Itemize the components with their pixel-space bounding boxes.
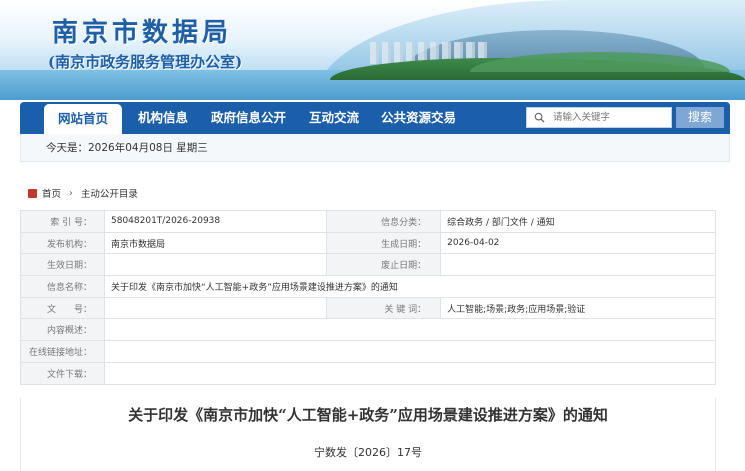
breadcrumb: 首页 › 主动公开目录 bbox=[28, 186, 138, 200]
meta-label: 索 引 号： bbox=[20, 210, 105, 233]
meta-label: 信息名称： bbox=[20, 275, 105, 298]
search-button[interactable]: 搜索 bbox=[676, 107, 724, 128]
nav-item-interaction[interactable]: 互动交流 bbox=[309, 102, 359, 134]
meta-label: 关 键 词： bbox=[326, 296, 442, 320]
nav-item-organization[interactable]: 机构信息 bbox=[138, 102, 188, 134]
document-number: 宁数发〔2026〕17号 bbox=[314, 446, 422, 459]
header-banner: 南京市数据局 (南京市政务服务管理办公室) bbox=[0, 0, 745, 100]
site-subtitle: (南京市政务服务管理办公室) bbox=[48, 53, 243, 71]
site-title[interactable]: 南京市数据局 bbox=[52, 12, 232, 49]
table-row: 生效日期： 废止日期： bbox=[20, 253, 716, 277]
table-row: 文件下载： bbox=[20, 361, 716, 385]
table-row: 信息名称： 关于印发《南京市加快“人工智能+政务”应用场景建设推进方案》的通知 bbox=[20, 275, 716, 298]
home-icon bbox=[28, 188, 37, 198]
meta-value: 南京市数据局 bbox=[103, 231, 328, 255]
meta-value: 综合政务 / 部门文件 / 通知 bbox=[440, 210, 716, 233]
meta-value: 58048201T/2026-20938 bbox=[103, 210, 328, 233]
meta-value bbox=[103, 296, 328, 320]
nav-item-gov-info[interactable]: 政府信息公开 bbox=[211, 102, 286, 134]
meta-label: 在线链接地址： bbox=[20, 340, 105, 363]
date-bar: 今天是：2026年04月08日 星期三 bbox=[20, 134, 730, 162]
current-date: 今天是：2026年04月08日 星期三 bbox=[46, 142, 208, 154]
search-input[interactable] bbox=[553, 108, 671, 127]
nav-item-home[interactable]: 网站首页 bbox=[44, 104, 123, 134]
article-title: 关于印发《南京市加快“人工智能+政务”应用场景建设推进方案》的通知 bbox=[128, 406, 608, 424]
meta-value: 2026-04-02 bbox=[440, 231, 716, 255]
meta-value bbox=[440, 253, 716, 277]
meta-label: 文 号： bbox=[20, 296, 105, 320]
meta-value: 人工智能;场景;政务;应用场景;验证 bbox=[440, 296, 716, 320]
meta-label: 生成日期： bbox=[326, 231, 442, 255]
document-meta-table: 索 引 号： 58048201T/2026-20938 信息分类： 综合政务 /… bbox=[20, 210, 716, 385]
meta-value bbox=[104, 361, 716, 385]
search-box bbox=[526, 107, 672, 128]
meta-label: 信息分类： bbox=[326, 210, 442, 233]
breadcrumb-home[interactable]: 首页 bbox=[42, 186, 61, 200]
meta-label: 生效日期： bbox=[20, 253, 105, 277]
breadcrumb-current[interactable]: 主动公开目录 bbox=[81, 186, 138, 200]
meta-label: 文件下载： bbox=[20, 361, 105, 385]
meta-value bbox=[104, 340, 716, 363]
meta-value bbox=[103, 253, 328, 277]
meta-value: 关于印发《南京市加快“人工智能+政务”应用场景建设推进方案》的通知 bbox=[104, 275, 716, 298]
chevron-right-icon: › bbox=[69, 187, 73, 199]
meta-label: 发布机构： bbox=[20, 231, 105, 255]
meta-label: 废止日期： bbox=[326, 253, 442, 277]
meta-label: 内容概述： bbox=[20, 318, 105, 342]
table-row: 文 号： 关 键 词： 人工智能;场景;政务;应用场景;验证 bbox=[20, 296, 716, 320]
search-icon bbox=[534, 112, 545, 123]
meta-value bbox=[104, 318, 716, 342]
table-row: 发布机构： 南京市数据局 生成日期： 2026-04-02 bbox=[20, 231, 716, 255]
nav-item-public-resources[interactable]: 公共资源交易 bbox=[381, 102, 456, 134]
main-nav: 网站首页 机构信息 政府信息公开 互动交流 公共资源交易 搜索 bbox=[20, 102, 730, 134]
table-row: 在线链接地址： bbox=[20, 340, 716, 363]
table-row: 内容概述： bbox=[20, 318, 716, 342]
table-row: 索 引 号： 58048201T/2026-20938 信息分类： 综合政务 /… bbox=[20, 210, 716, 233]
